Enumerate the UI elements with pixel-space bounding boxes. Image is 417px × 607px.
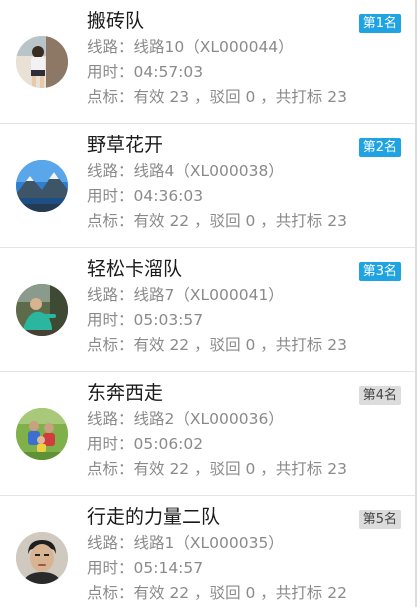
marks-value: 有效 22 ，驳回 0 ，共打标 23 — [133, 212, 347, 230]
time-label: 用时： — [87, 435, 134, 453]
marks-label: 点标： — [87, 584, 134, 602]
route-value: 线路4（XL000038） — [133, 162, 284, 180]
route-info: 线路：线路4（XL000038） — [87, 160, 284, 182]
rank-badge: 第3名 — [358, 262, 401, 281]
team-row[interactable]: 轻松卡溜队 第3名 线路：线路7（XL000041） 用时：05:03:57 点… — [0, 248, 417, 372]
team-name: 轻松卡溜队 — [87, 258, 183, 280]
route-info: 线路：线路10（XL000044） — [87, 36, 294, 58]
route-value: 线路2（XL000036） — [133, 410, 284, 428]
marks-info: 点标：有效 22 ，驳回 0 ，共打标 22 — [87, 582, 347, 604]
route-value: 线路1（XL000035） — [133, 534, 284, 552]
marks-info: 点标：有效 22 ，驳回 0 ，共打标 23 — [87, 334, 347, 356]
marks-info: 点标：有效 22 ，驳回 0 ，共打标 23 — [87, 458, 347, 480]
ranking-list: 搬砖队 第1名 线路：线路10（XL000044） 用时：04:57:03 点标… — [0, 0, 417, 607]
team-name: 东奔西走 — [87, 382, 164, 404]
team-row[interactable]: 行走的力量二队 第5名 线路：线路1（XL000035） 用时：05:14:57… — [0, 496, 417, 607]
time-info: 用时：04:57:03 — [87, 61, 203, 83]
marks-value: 有效 23 ，驳回 0 ，共打标 23 — [133, 88, 347, 106]
outdoor-person-avatar — [16, 284, 68, 336]
time-value: 05:14:57 — [133, 559, 204, 577]
marks-label: 点标： — [87, 212, 134, 230]
team-row[interactable]: 东奔西走 第4名 线路：线路2（XL000036） 用时：05:06:02 点标… — [0, 372, 417, 496]
time-value: 04:36:03 — [133, 187, 204, 205]
marks-label: 点标： — [87, 88, 134, 106]
route-label: 线路： — [87, 410, 134, 428]
time-info: 用时：05:06:02 — [87, 433, 203, 455]
time-value: 05:06:02 — [133, 435, 204, 453]
route-info: 线路：线路1（XL000035） — [87, 532, 284, 554]
rank-badge: 第1名 — [358, 14, 401, 33]
mountain-lake-avatar — [16, 160, 68, 212]
team-row[interactable]: 搬砖队 第1名 线路：线路10（XL000044） 用时：04:57:03 点标… — [0, 0, 417, 124]
marks-value: 有效 22 ，驳回 0 ，共打标 22 — [133, 584, 347, 602]
route-value: 线路7（XL000041） — [133, 286, 284, 304]
time-label: 用时： — [87, 311, 134, 329]
marks-info: 点标：有效 23 ，驳回 0 ，共打标 23 — [87, 86, 347, 108]
route-label: 线路： — [87, 286, 134, 304]
marks-label: 点标： — [87, 336, 134, 354]
route-label: 线路： — [87, 162, 134, 180]
team-row[interactable]: 野草花开 第2名 线路：线路4（XL000038） 用时：04:36:03 点标… — [0, 124, 417, 248]
route-value: 线路10（XL000044） — [133, 38, 294, 56]
family-grass-avatar — [16, 408, 68, 460]
route-label: 线路： — [87, 38, 134, 56]
time-value: 04:57:03 — [133, 63, 204, 81]
marks-value: 有效 22 ，驳回 0 ，共打标 23 — [133, 336, 347, 354]
marks-value: 有效 22 ，驳回 0 ，共打标 23 — [133, 460, 347, 478]
face-portrait-avatar — [16, 532, 68, 584]
time-label: 用时： — [87, 187, 134, 205]
route-info: 线路：线路2（XL000036） — [87, 408, 284, 430]
team-name: 行走的力量二队 — [87, 506, 221, 528]
marks-label: 点标： — [87, 460, 134, 478]
route-label: 线路： — [87, 534, 134, 552]
time-label: 用时： — [87, 63, 134, 81]
time-label: 用时： — [87, 559, 134, 577]
team-name: 野草花开 — [87, 134, 164, 156]
marks-info: 点标：有效 22 ，驳回 0 ，共打标 23 — [87, 210, 347, 232]
rank-badge: 第4名 — [358, 386, 401, 405]
time-info: 用时：05:14:57 — [87, 557, 203, 579]
time-value: 05:03:57 — [133, 311, 204, 329]
rank-badge: 第2名 — [358, 138, 401, 157]
team-name: 搬砖队 — [87, 10, 145, 32]
time-info: 用时：04:36:03 — [87, 185, 203, 207]
person-photo-avatar — [16, 36, 68, 88]
route-info: 线路：线路7（XL000041） — [87, 284, 284, 306]
rank-badge: 第5名 — [358, 510, 401, 529]
time-info: 用时：05:03:57 — [87, 309, 203, 331]
